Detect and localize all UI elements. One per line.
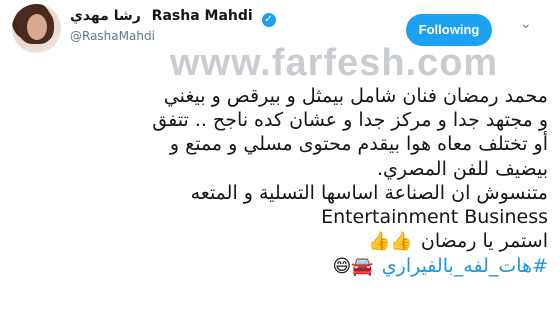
chevron-down-icon[interactable]: ⌄ [520,16,532,32]
watermark: www.farfesh.com [170,42,499,84]
author-name-arabic: رشا مهدي [70,8,141,24]
tweet-line: استمر يا رمضان [420,230,548,253]
author-handle[interactable]: @RashaMahdi [70,29,155,43]
car-smile-emoji-icon: 🚘😄 [332,256,374,278]
avatar[interactable] [12,4,61,53]
author-name-latin: Rasha Mahdi [151,8,253,24]
tweet-line: بيضيف للفن المصري. [376,157,548,180]
tweet-line: محمد رمضان فنان شامل بيمثل و بيرقص و بيغ… [163,85,548,107]
author-name[interactable]: رشا مهدي Rasha Mahdi ✓ [70,8,276,27]
tweet-text: محمد رمضان فنان شامل بيمثل و بيرقص و بيغ… [16,84,548,280]
hashtag-link[interactable]: #هات_لفه_بالفيراري [382,255,548,277]
verified-badge-icon: ✓ [261,13,276,27]
tweet-line: متنسوش ان الصناعة اساسها التسلية و المتع… [190,181,548,204]
tweet-line: أو تختلف معاه هوا بيقدم محتوى مسلي و ممت… [169,133,548,156]
tweet-hashtag-line: #هات_لفه_بالفيراري 🚘😄 [16,254,548,279]
tweet-line: و مجتهد جدا و مركز جدا و عشان كده ناجح .… [152,109,548,132]
tweet-line-emoji: استمر يا رمضان 👍👍 [16,229,548,254]
tweet-line: Entertainment Business [321,206,548,229]
thumbs-up-emoji-icon: 👍👍 [367,231,413,253]
avatar-face [27,14,47,40]
